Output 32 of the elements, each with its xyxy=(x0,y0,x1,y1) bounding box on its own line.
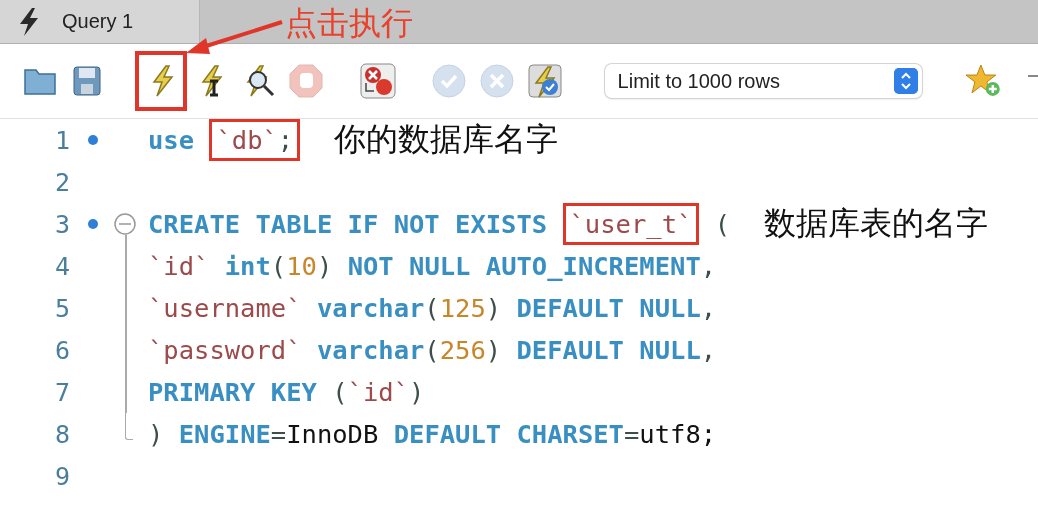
error-stop-icon[interactable] xyxy=(359,63,396,99)
limit-rows-dropdown[interactable]: Limit to 1000 rows xyxy=(604,64,923,98)
code-text: PRIMARY KEY (`id`) xyxy=(148,377,425,407)
fold-toggle-icon[interactable] xyxy=(114,213,136,235)
highlighted-code: `db`; xyxy=(209,119,301,161)
line-number: 1 xyxy=(53,125,70,155)
annotation-text: 数据库表的名字 xyxy=(764,204,989,243)
code-text: ) ENGINE=InnoDB DEFAULT CHARSET=utf8; xyxy=(148,419,717,449)
lightning-icon xyxy=(18,6,40,37)
highlighted-code: `user_t` xyxy=(562,203,700,245)
code-text: `username` varchar(125) DEFAULT NULL, xyxy=(148,293,717,323)
code-text: `id` int(10) NOT NULL AUTO_INCREMENT, xyxy=(148,251,717,281)
line-number: 8 xyxy=(53,419,70,449)
code-text: ( xyxy=(713,209,731,239)
line-number: 5 xyxy=(53,293,70,323)
stepper-icon xyxy=(894,68,919,94)
folder-icon[interactable] xyxy=(22,66,57,96)
query-tab[interactable]: Query 1 xyxy=(0,0,200,43)
line-number: 3 xyxy=(53,209,70,239)
code-text: use xyxy=(148,125,196,155)
star-plus-icon[interactable] xyxy=(966,64,1003,98)
lightning-check-icon[interactable] xyxy=(527,64,562,98)
code-text: CREATE TABLE IF NOT EXISTS xyxy=(148,209,549,239)
callout-label: 点击执行 xyxy=(285,4,413,43)
line-number: 2 xyxy=(53,167,70,197)
annotation-text: 你的数据库名字 xyxy=(334,120,559,159)
line-number: 7 xyxy=(53,377,70,407)
line-number: 4 xyxy=(53,251,70,281)
line-number: 6 xyxy=(53,335,70,365)
fold-guide-end xyxy=(125,413,133,440)
code-text: `password` varchar(256) DEFAULT NULL, xyxy=(148,335,717,365)
line-number: 9 xyxy=(53,461,70,491)
